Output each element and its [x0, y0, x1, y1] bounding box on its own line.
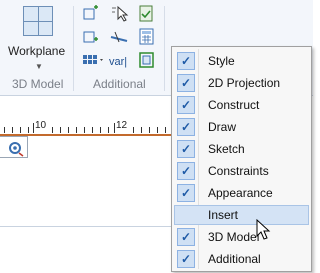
menu-item-constraints[interactable]: ✓ Constraints	[174, 161, 309, 181]
ruler: 10 12	[0, 120, 200, 136]
menu-item-style[interactable]: ✓ Style	[174, 51, 309, 71]
checkmark-icon: ✓	[177, 52, 195, 70]
checkmark-icon: ✓	[177, 184, 195, 202]
group-separator	[164, 6, 165, 91]
checkmark-icon: ✓	[177, 228, 195, 246]
menu-item-3d-model[interactable]: ✓ 3D Model	[174, 227, 309, 247]
group-separator	[73, 6, 74, 91]
bracket-frame-icon[interactable]	[139, 52, 154, 68]
workplane-button-label[interactable]: Workplane	[8, 44, 65, 58]
menu-item-additional[interactable]: ✓ Additional	[174, 249, 309, 269]
menu-item-draw[interactable]: ✓ Draw	[174, 117, 309, 137]
menu-item-insert[interactable]: Insert	[174, 205, 309, 225]
group-label-additional: Additional	[93, 77, 146, 91]
group-label-3d-model: 3D Model	[12, 77, 64, 91]
chevron-down-icon[interactable]: ▼	[35, 62, 43, 71]
variable-icon[interactable]: var|	[109, 56, 127, 68]
measure-tool-icon[interactable]	[110, 31, 128, 43]
check-document-icon[interactable]	[139, 5, 153, 22]
calculator-icon[interactable]	[139, 28, 154, 45]
menu-item-sketch[interactable]: ✓ Sketch	[174, 139, 309, 159]
menu-item-appearance[interactable]: ✓ Appearance	[174, 183, 309, 203]
checkmark-icon: ✓	[177, 162, 195, 180]
checkmark-icon: ✓	[177, 250, 195, 268]
mouse-pointer-icon	[256, 219, 271, 240]
checkmark-icon: ✓	[177, 74, 195, 92]
select-arrow-icon[interactable]	[112, 5, 129, 22]
settings-gear-icon[interactable]	[7, 139, 25, 157]
ribbon-panels-context-menu: ✓ Style ✓ 2D Projection ✓ Construct ✓ Dr…	[171, 46, 312, 272]
menu-item-construct[interactable]: ✓ Construct	[174, 95, 309, 115]
checkmark-icon: ✓	[177, 118, 195, 136]
workplane-icon[interactable]	[23, 6, 53, 36]
checkmark-icon: ✓	[177, 140, 195, 158]
svg-text:var|: var|	[109, 56, 127, 68]
ruler-number: 12	[116, 120, 128, 131]
add-frame-icon[interactable]	[83, 31, 98, 43]
checkmark-icon: ✓	[177, 96, 195, 114]
add-point-icon[interactable]	[83, 5, 98, 20]
additional-tools: var|	[83, 5, 154, 68]
grid-pattern-icon[interactable]	[83, 55, 103, 64]
ruler-number: 10	[35, 120, 47, 131]
tool-strip	[0, 136, 28, 158]
divider	[0, 226, 180, 227]
menu-item-2d-projection[interactable]: ✓ 2D Projection	[174, 73, 309, 93]
